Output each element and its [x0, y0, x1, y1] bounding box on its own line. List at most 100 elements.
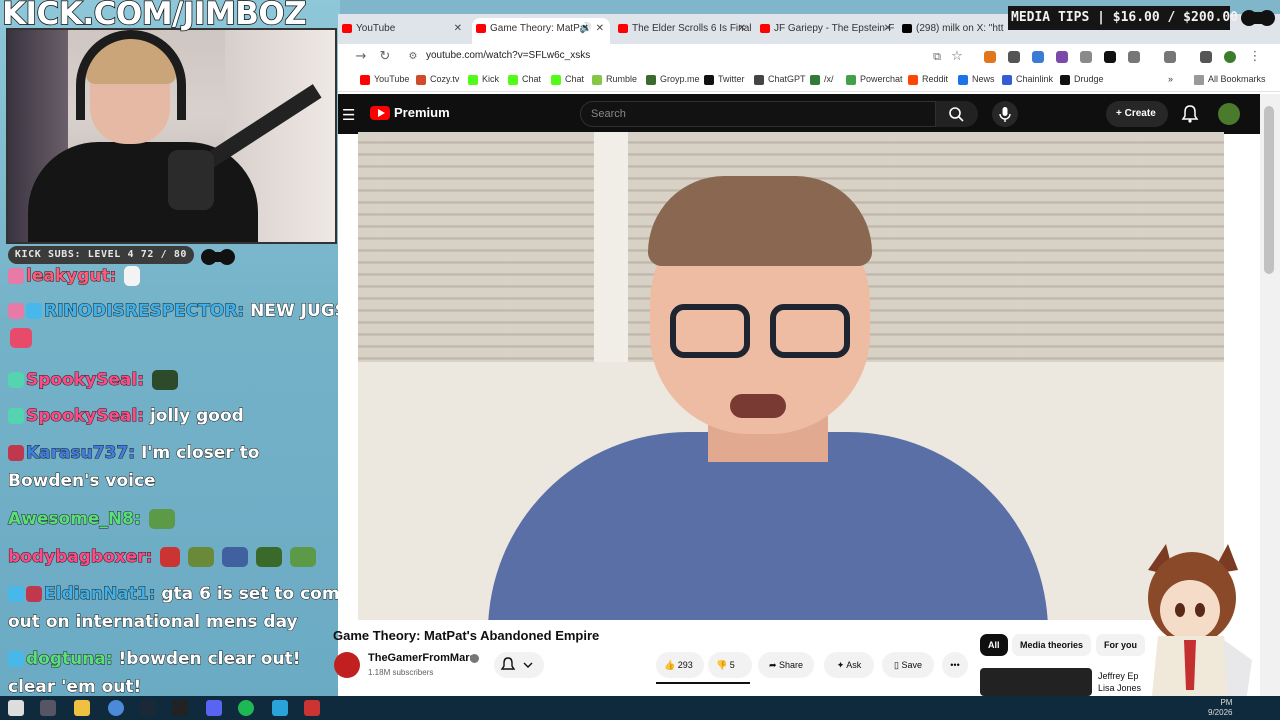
all-bookmarks[interactable]: All Bookmarks	[1194, 74, 1266, 85]
tab-elder-scrolls[interactable]: The Elder Scrolls 6 Is Finall ✕	[614, 18, 752, 44]
save-button[interactable]: ▯ Save	[882, 652, 934, 678]
folder-icon	[1194, 75, 1204, 85]
notifications-bell-icon[interactable]	[1180, 103, 1200, 125]
like-button[interactable]: 👍 293	[656, 652, 704, 678]
extension-icon[interactable]	[1032, 51, 1044, 63]
app-icon[interactable]	[304, 700, 320, 716]
chip-all[interactable]: All	[980, 634, 1008, 656]
discord-icon[interactable]	[206, 700, 222, 716]
page-scrollbar[interactable]	[1260, 94, 1280, 696]
menu-extension-icon[interactable]	[1200, 51, 1212, 63]
youtube-account-avatar[interactable]	[1218, 103, 1240, 125]
youtube-favicon-icon	[476, 24, 486, 33]
tab-game-theory[interactable]: Game Theory: MatPat 🔊 ✕	[472, 18, 610, 44]
bookmark-reddit[interactable]: Reddit	[908, 74, 948, 85]
speaker-icon[interactable]: 🔊	[580, 18, 592, 40]
close-icon[interactable]: ✕	[454, 18, 462, 40]
subscription-bell-button[interactable]	[494, 652, 544, 678]
plus-icon: +	[1116, 108, 1125, 119]
tab-jf-gariepy[interactable]: JF Gariepy - The Epstein-F ✕	[756, 18, 898, 44]
task-view-icon[interactable]	[40, 700, 56, 716]
bookmark-groyp[interactable]: Groyp.me	[646, 74, 700, 85]
chat-username: dogtuna:	[26, 649, 114, 670]
search-button[interactable]	[936, 101, 978, 127]
bookmark-chat[interactable]: Chat	[508, 74, 541, 85]
system-clock[interactable]: PM 9/2026	[1208, 698, 1232, 718]
x-extension-icon[interactable]	[1104, 51, 1116, 63]
bookmark-youtube[interactable]: YouTube	[360, 74, 409, 85]
bookmark-twitter[interactable]: Twitter	[704, 74, 745, 85]
bookmarks-bar: YouTube Cozy.tv Kick Chat Chat Rumble Gr…	[338, 70, 1280, 92]
bookmark-chainlink[interactable]: Chainlink	[1002, 74, 1053, 85]
chat-message: Karasu737: I'm closer to Bowden's voice	[7, 439, 353, 495]
bookmark-star-icon[interactable]: ☆	[948, 48, 966, 66]
close-icon[interactable]: ✕	[884, 18, 892, 40]
close-icon[interactable]: ✕	[596, 18, 604, 40]
video-presenter-glasses-left	[670, 304, 750, 358]
metamask-extension-icon[interactable]	[984, 51, 996, 63]
reload-icon[interactable]: ↻	[376, 48, 394, 66]
channel-avatar[interactable]	[334, 652, 360, 678]
pepe-emote-icon	[148, 509, 175, 529]
tab-title: JF Gariepy - The Epstein-F	[774, 23, 895, 34]
tab-title: (298) milk on X: "htt	[916, 23, 1004, 34]
ask-button[interactable]: ✦ Ask	[824, 652, 874, 678]
like-ratio-bar	[656, 682, 750, 684]
chat-message: dogtuna: !bowden clear out! clear 'em ou…	[7, 645, 353, 701]
shield-extension-icon[interactable]	[1008, 51, 1020, 63]
file-explorer-icon[interactable]	[74, 700, 90, 716]
tab-title: The Elder Scrolls 6 Is Finall	[632, 23, 752, 34]
voice-search-button[interactable]	[992, 101, 1018, 127]
profile-avatar[interactable]	[1224, 51, 1236, 63]
chrome-icon[interactable]	[108, 700, 124, 716]
bookmark-news[interactable]: News	[958, 74, 995, 85]
more-actions-button[interactable]: •••	[942, 652, 968, 678]
bookmark-kick[interactable]: Kick	[468, 74, 499, 85]
extension-icon[interactable]	[1056, 51, 1068, 63]
chat-message: RINODISRESPECTOR: NEW JUGS	[8, 297, 353, 325]
close-icon[interactable]: ✕	[738, 18, 746, 40]
emote-icon	[160, 547, 181, 567]
bookmark-powerchat[interactable]: Powerchat	[846, 74, 903, 85]
url-field[interactable]: youtube.com/watch?v=SFLw6c_xsks	[426, 50, 590, 61]
bookmark-cozy[interactable]: Cozy.tv	[416, 74, 459, 85]
chat-badge-icon	[8, 303, 24, 319]
emote-icon	[151, 370, 178, 390]
chat-message: Awesome_N8:	[8, 505, 353, 533]
forward-arrow-icon[interactable]: →	[352, 48, 370, 66]
chip-media-theories[interactable]: Media theories	[1012, 634, 1092, 656]
x-icon	[704, 75, 714, 85]
spotify-icon[interactable]	[238, 700, 254, 716]
bookmark-chat-2[interactable]: Chat	[551, 74, 584, 85]
more-bookmarks-icon[interactable]: »	[1162, 74, 1173, 84]
chat-badge-icon	[8, 268, 24, 284]
hamburger-menu-icon[interactable]: ☰	[342, 106, 355, 124]
install-app-icon[interactable]: ⧉	[928, 48, 946, 66]
windows-start-icon[interactable]	[8, 700, 24, 716]
share-button[interactable]: ➦ Share	[758, 652, 814, 678]
channel-name[interactable]: TheGamerFromMars	[368, 652, 476, 664]
app-icon[interactable]	[172, 700, 188, 716]
tab-x-milk[interactable]: (298) milk on X: "htt	[898, 18, 1008, 44]
video-player[interactable]	[358, 132, 1224, 620]
emote-icon	[124, 266, 141, 286]
tab-youtube[interactable]: YouTube ✕	[338, 18, 468, 44]
bookmark-chatgpt[interactable]: ChatGPT	[754, 74, 806, 85]
steam-icon[interactable]	[140, 700, 156, 716]
more-menu-icon[interactable]: ⋮	[1246, 48, 1264, 66]
telegram-icon[interactable]	[272, 700, 288, 716]
bookmark-x-board[interactable]: /x/	[810, 74, 834, 85]
site-info-icon[interactable]: ⚙	[404, 48, 422, 66]
side-panel-icon[interactable]	[1164, 51, 1176, 63]
dislike-button[interactable]: 👎 5	[708, 652, 752, 678]
bookmark-rumble[interactable]: Rumble	[592, 74, 637, 85]
recommended-video-thumbnail[interactable]	[980, 668, 1092, 696]
create-button[interactable]: + Create	[1106, 101, 1168, 127]
bookmark-drudge[interactable]: Drudge	[1060, 74, 1104, 85]
search-input[interactable]: Search	[580, 101, 936, 127]
scrollbar-thumb[interactable]	[1264, 106, 1274, 274]
extension-icon[interactable]	[1080, 51, 1092, 63]
youtube-icon	[360, 75, 370, 85]
youtube-premium-brand[interactable]: Premium	[394, 105, 450, 120]
puzzle-extension-icon[interactable]	[1128, 51, 1140, 63]
